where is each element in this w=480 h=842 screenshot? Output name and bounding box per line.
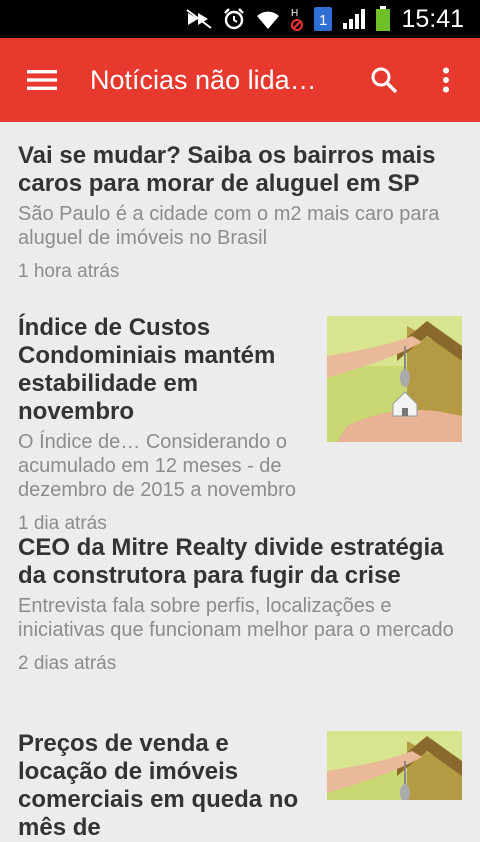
article-summary: São Paulo é a cidade com o m2 mais caro … bbox=[18, 203, 440, 249]
menu-icon bbox=[27, 70, 57, 90]
status-time: 15:41 bbox=[401, 4, 464, 33]
article-list: Vai se mudar? Saiba os bairros mais caro… bbox=[0, 122, 480, 841]
search-icon bbox=[371, 67, 398, 94]
app-bar: Notícias não lida… bbox=[0, 38, 480, 122]
menu-button[interactable] bbox=[20, 58, 64, 102]
article-item[interactable]: CEO da Mitre Realty divide estratégia da… bbox=[0, 514, 480, 710]
article-title: Vai se mudar? Saiba os bairros mais caro… bbox=[18, 142, 436, 197]
status-bar: H 1 15:41 bbox=[0, 0, 480, 38]
article-thumbnail[interactable] bbox=[327, 316, 462, 442]
more-vert-icon bbox=[443, 67, 449, 93]
hd-icon: H bbox=[290, 6, 304, 32]
article-title: Preços de venda e locação de imóveis com… bbox=[18, 730, 299, 841]
alarm-icon bbox=[222, 7, 246, 31]
article-summary: Entrevista fala sobre perfis, localizaçõ… bbox=[18, 595, 454, 641]
silent-mode-icon bbox=[185, 8, 213, 30]
article-time: 2 dias atrás bbox=[18, 653, 117, 674]
wifi-icon bbox=[255, 8, 281, 30]
notification-badge-icon: 1 bbox=[313, 6, 333, 32]
more-options-button[interactable] bbox=[424, 58, 468, 102]
article-time: 1 hora atrás bbox=[18, 261, 120, 282]
search-button[interactable] bbox=[362, 58, 406, 102]
article-item[interactable]: Vai se mudar? Saiba os bairros mais caro… bbox=[0, 122, 480, 294]
article-thumbnail[interactable] bbox=[327, 731, 462, 800]
svg-text:H: H bbox=[291, 8, 298, 19]
article-summary: O Índice de… Considerando o acumulado em… bbox=[18, 431, 296, 501]
page-title: Notícias não lida… bbox=[90, 64, 317, 95]
article-title: CEO da Mitre Realty divide estratégia da… bbox=[18, 534, 444, 589]
article-title: Índice de Custos Condominiais mantém est… bbox=[18, 314, 276, 425]
battery-icon bbox=[375, 6, 391, 32]
notification-badge-count: 1 bbox=[319, 12, 327, 29]
signal-icon bbox=[342, 8, 366, 30]
